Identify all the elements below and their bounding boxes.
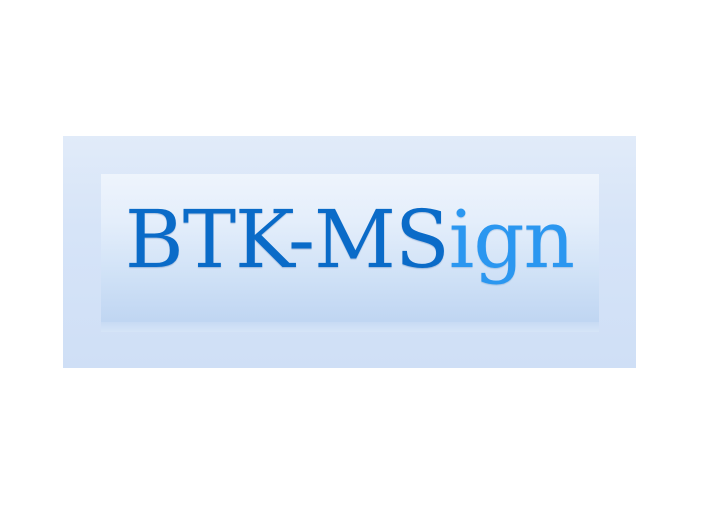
logo-wordmark: BTK-MSign xyxy=(63,190,636,290)
logo-plate-bottom-band xyxy=(101,322,599,332)
logo-wordmark-main: BTK-MS xyxy=(124,193,450,286)
logo-canvas: BTK-MSign xyxy=(0,0,712,528)
logo-wordmark-accent: ign xyxy=(448,193,575,286)
